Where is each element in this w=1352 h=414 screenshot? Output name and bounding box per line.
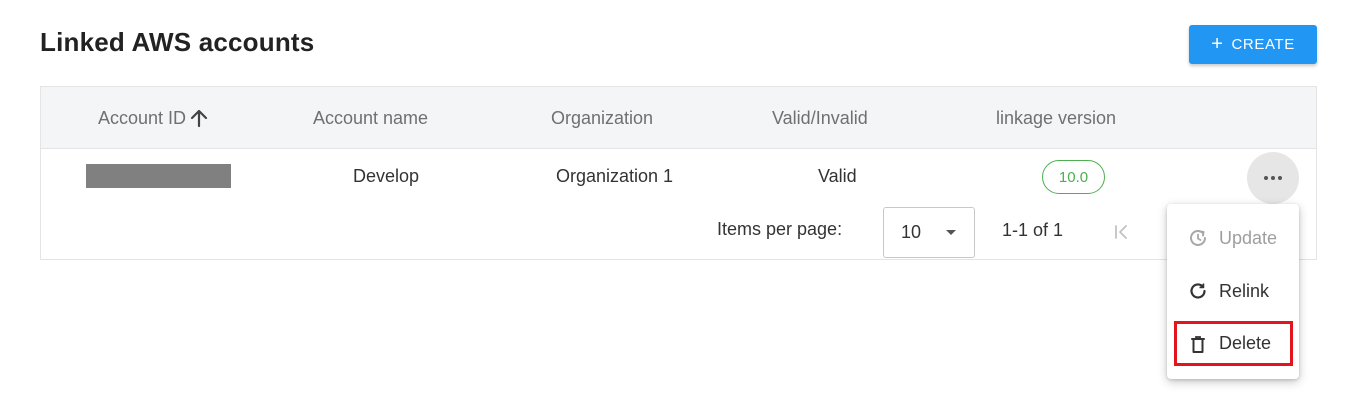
page-title: Linked AWS accounts xyxy=(40,27,315,57)
arrow-up-icon xyxy=(190,108,208,128)
organization-cell: Organization 1 xyxy=(556,165,674,186)
plus-icon: + xyxy=(1211,32,1224,55)
caret-down-icon xyxy=(946,230,956,235)
create-button[interactable]: + CREATE xyxy=(1189,25,1317,64)
linkage-version-badge: 10.0 xyxy=(1042,160,1105,194)
column-header-account-name[interactable]: Account name xyxy=(313,87,428,149)
menu-item-label: Update xyxy=(1219,227,1278,248)
trash-icon xyxy=(1187,333,1209,355)
table-header: Account ID Account name Organization Val… xyxy=(41,87,1316,149)
menu-item-update[interactable]: Update xyxy=(1167,212,1299,264)
items-per-page-select[interactable]: 10 xyxy=(883,207,975,258)
accounts-table: Account ID Account name Organization Val… xyxy=(40,86,1317,260)
pagination-range: 1-1 of 1 xyxy=(1002,220,1064,240)
items-per-page-value: 10 xyxy=(901,222,922,242)
menu-item-label: Relink xyxy=(1219,280,1270,301)
refresh-icon xyxy=(1187,280,1209,302)
page: Linked AWS accounts + CREATE Account ID … xyxy=(0,0,1352,414)
column-header-linkage-version[interactable]: linkage version xyxy=(996,87,1116,149)
more-horizontal-icon-dot xyxy=(1278,176,1282,180)
account-id-masked xyxy=(86,164,231,188)
create-button-label: CREATE xyxy=(1231,36,1295,53)
status-cell: Valid xyxy=(818,165,857,186)
menu-item-relink[interactable]: Relink xyxy=(1167,265,1299,317)
more-horizontal-icon-dot xyxy=(1271,176,1275,180)
column-header-account-id[interactable]: Account ID xyxy=(98,87,208,149)
column-header-valid-invalid[interactable]: Valid/Invalid xyxy=(772,87,868,149)
account-name-cell: Develop xyxy=(353,165,420,186)
update-icon xyxy=(1187,227,1209,249)
menu-item-label: Delete xyxy=(1219,333,1272,353)
column-header-organization[interactable]: Organization xyxy=(551,87,653,149)
more-horizontal-icon xyxy=(1264,176,1268,180)
row-actions-button[interactable] xyxy=(1247,152,1299,204)
first-page-icon[interactable] xyxy=(1113,223,1131,241)
menu-item-delete[interactable]: Delete xyxy=(1174,321,1293,366)
row-actions-menu: Update Relink Delete xyxy=(1167,204,1299,379)
column-header-label: Account ID xyxy=(98,107,187,128)
items-per-page-label: Items per page: xyxy=(717,219,843,239)
